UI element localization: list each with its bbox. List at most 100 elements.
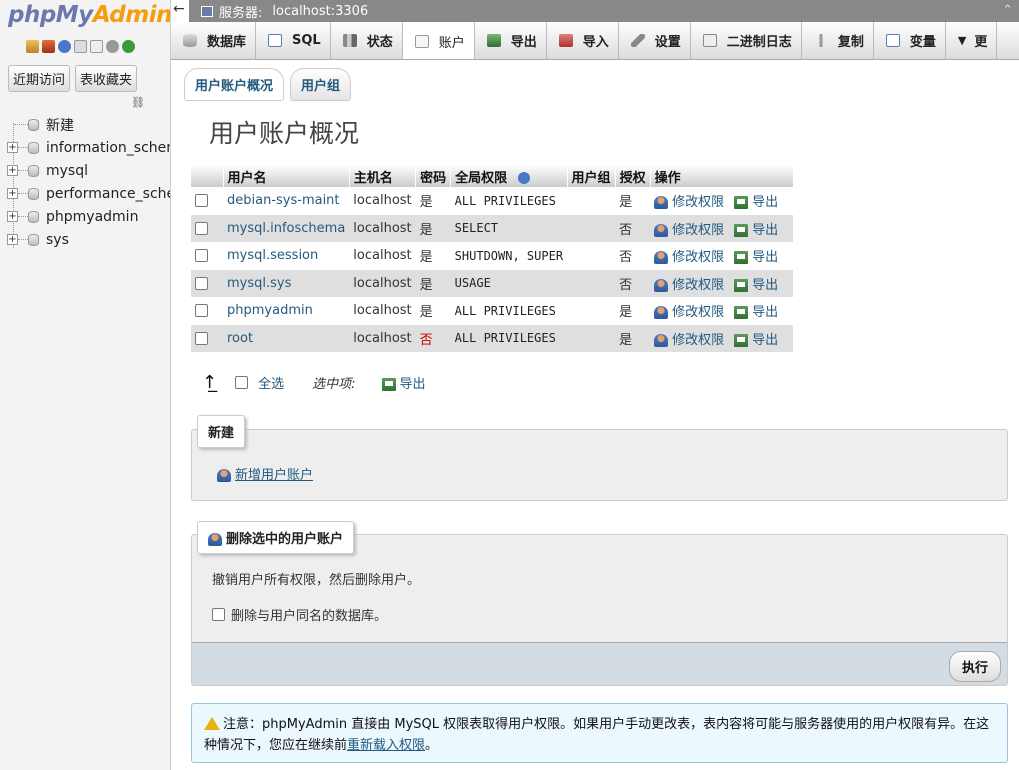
tab-binlog[interactable]: 二进制日志 [691,22,802,59]
expand-icon[interactable]: + [7,188,18,199]
drop-db-option[interactable]: 删除与用户同名的数据库。 [212,605,387,624]
password-cell: 否 [415,324,451,352]
host-cell: localhost [349,242,416,270]
help-icon[interactable] [517,172,530,184]
add-user-icon [217,469,231,482]
edit-privileges-link[interactable]: 修改权限 [654,278,724,293]
home-icon[interactable] [26,40,39,53]
subtab-overview[interactable]: 用户账户概况 [184,68,285,101]
expand-icon[interactable]: + [7,142,18,153]
export-link[interactable]: 导出 [734,278,778,293]
header-user-group: 用户组 [567,165,616,187]
edit-user-icon [654,251,669,265]
export-link[interactable]: 导出 [734,333,778,348]
table-row: debian-sys-maint localhost 是 ALL PRIVILE… [191,187,794,215]
tab-sql[interactable]: SQL [256,22,331,59]
select-all-label[interactable]: 全选 [258,373,284,392]
tree-item-db[interactable]: + sys [0,228,170,251]
export-link[interactable]: 导出 [734,250,778,265]
username-cell: root [223,324,350,352]
tree-item-db[interactable]: + performance_schema [0,182,170,205]
server-breadcrumb: 服务器: localhost:3306 ⌃ [189,0,1019,22]
grant-cell: 是 [615,324,651,352]
tab-status[interactable]: 状态 [331,22,403,59]
row-checkbox[interactable] [195,249,208,263]
user-group-cell [567,187,616,215]
collapse-nav-icon[interactable]: ← [173,1,185,17]
go-button[interactable]: 执行 [948,651,1001,682]
maximize-icon[interactable]: ⌃ [1002,3,1013,18]
notice-box: 注意：phpMyAdmin 直接由 MySQL 权限表取得用户权限。如果用户手动… [191,703,1008,763]
grant-cell: 否 [615,242,651,270]
export-link[interactable]: 导出 [734,305,778,320]
tab-import[interactable]: 导入 [547,22,619,59]
table-row: root localhost 否 ALL PRIVILEGES 是 修改权限 导出 [191,324,794,352]
tab-databases[interactable]: 数据库 [171,22,257,59]
accounts-icon [414,34,429,48]
sql-icon [268,34,283,47]
edit-privileges-link[interactable]: 修改权限 [654,250,724,265]
tree-item-new[interactable]: 新建 [0,113,170,136]
tree-item-db[interactable]: + mysql [0,159,170,182]
edit-privileges-link[interactable]: 修改权限 [654,305,724,320]
help-icon[interactable] [58,40,71,53]
link-with-main-icon[interactable]: ⛓ [131,96,145,109]
table-row: phpmyadmin localhost 是 ALL PRIVILEGES 是 … [191,297,794,325]
delete-users-fieldset: 删除选中的用户账户 撤销用户所有权限，然后删除用户。 删除与用户同名的数据库。 … [191,521,1008,686]
username-cell: mysql.infoschema [223,214,350,242]
database-icon [28,164,39,177]
privileges-cell: ALL PRIVILEGES [450,187,568,215]
edit-privileges-link[interactable]: 修改权限 [654,333,724,348]
edit-privileges-link[interactable]: 修改权限 [654,223,724,238]
tab-settings[interactable]: 设置 [619,22,691,59]
subtab-user-groups[interactable]: 用户组 [290,68,352,101]
logout-icon[interactable] [42,40,55,53]
warning-icon [204,717,220,730]
row-checkbox[interactable] [195,194,208,208]
server-value[interactable]: localhost:3306 [272,4,368,19]
edit-user-icon [654,278,669,292]
row-checkbox[interactable] [195,331,208,345]
database-icon [28,210,39,223]
edit-privileges-link[interactable]: 修改权限 [654,195,724,210]
expand-icon[interactable]: + [7,234,18,245]
export-icon [734,196,749,210]
recent-button[interactable]: 近期访问 [8,65,71,92]
reload-privileges-link[interactable]: 重新载入权限 [347,738,425,753]
phpmyadmin-logo[interactable]: phpMyAdmin [8,2,170,28]
tab-export[interactable]: 导出 [475,22,547,59]
row-checkbox[interactable] [195,221,208,235]
add-user-link[interactable]: 新增用户账户 [217,464,313,483]
sql-doc-icon[interactable] [90,40,103,53]
tab-accounts[interactable]: 账户 [402,22,475,59]
export-icon [381,378,396,391]
select-all-checkbox[interactable] [235,376,249,389]
database-icon [183,34,197,47]
tab-more[interactable]: ▼ 更 [946,22,998,59]
export-icon [734,278,749,292]
bulk-export-button[interactable]: 导出 [381,373,426,392]
host-cell: localhost [349,269,416,297]
tab-variables[interactable]: 变量 [874,22,946,59]
tree-item-db[interactable]: + phpmyadmin [0,205,170,228]
gear-icon[interactable] [106,40,119,53]
favorites-button[interactable]: 表收藏夹 [75,65,138,92]
expand-icon[interactable]: + [7,211,18,222]
row-checkbox[interactable] [195,304,208,318]
export-link[interactable]: 导出 [734,195,778,210]
tree-item-db[interactable]: + information_schema [0,136,170,159]
docs-icon[interactable] [74,40,87,53]
header-host[interactable]: 主机名 [349,165,417,187]
header-username[interactable]: 用户名 [223,165,350,187]
grant-cell: 是 [615,187,651,215]
tab-replication[interactable]: 复制 [802,22,874,59]
export-link[interactable]: 导出 [734,223,778,238]
table-header-row: 用户名 主机名 密码 全局权限 用户组 授权 操作 [191,165,794,187]
reload-icon[interactable] [122,40,135,53]
delete-footer: 执行 [192,642,1007,685]
new-database-icon [28,118,39,131]
drop-db-checkbox[interactable] [212,608,225,621]
expand-icon[interactable]: + [7,165,18,176]
row-checkbox[interactable] [195,276,208,290]
grant-cell: 是 [615,297,651,325]
